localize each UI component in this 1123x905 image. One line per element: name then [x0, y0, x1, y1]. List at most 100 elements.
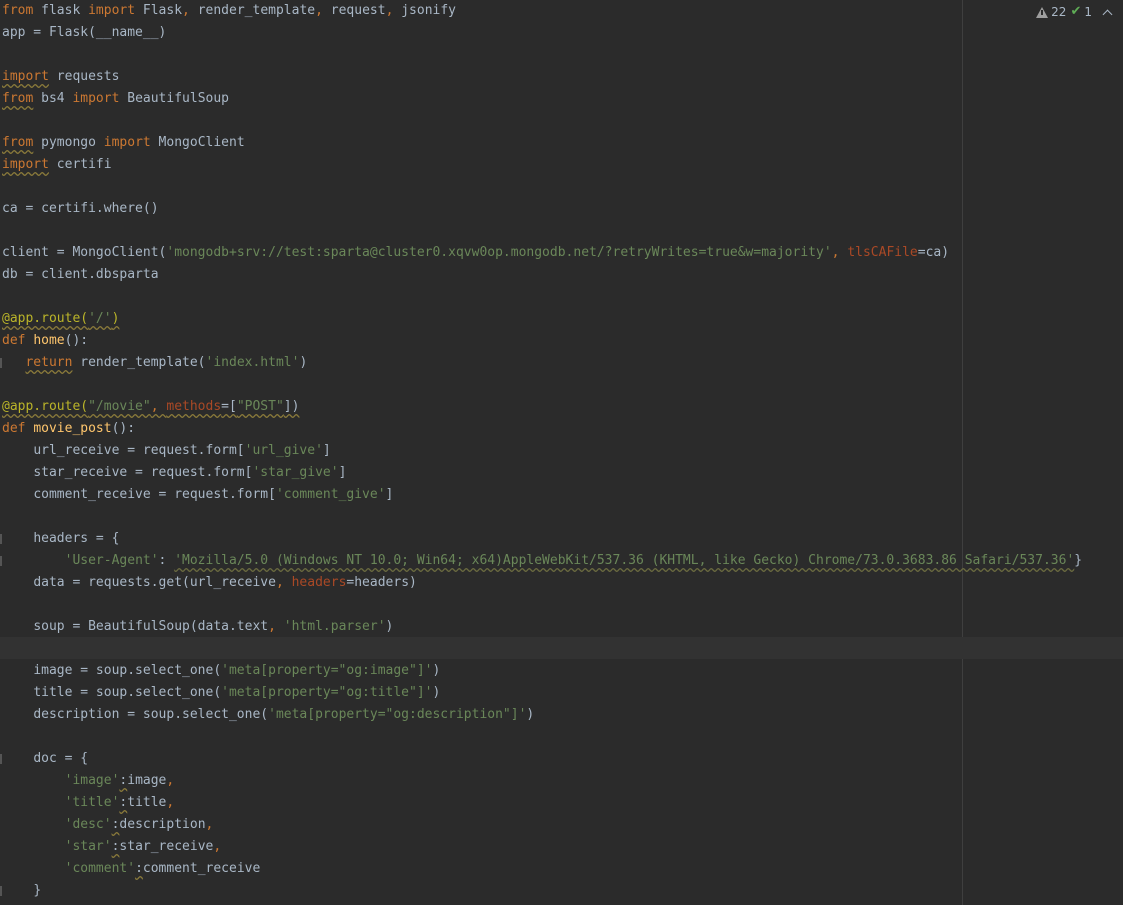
code-token: Flask — [135, 3, 183, 18]
fold-marker[interactable] — [0, 886, 2, 896]
code-token: description — [119, 817, 206, 832]
code-token: star_receive — [119, 839, 214, 854]
code-token: @app.route( — [2, 311, 89, 326]
code-line: } — [0, 880, 1123, 902]
code-token: , — [385, 3, 402, 18]
code-token: 'comment' — [64, 861, 136, 876]
fold-marker[interactable] — [0, 358, 2, 368]
code-line: @app.route('/') — [2, 308, 1123, 330]
code-token: star_receive = request.form[ — [33, 465, 253, 480]
code-line: def home(): — [2, 330, 1123, 352]
code-line: from flask import Flask, render_template… — [2, 0, 1123, 22]
code-token: from — [2, 3, 34, 18]
code-token: 'meta[property="og:title"]' — [221, 685, 433, 700]
code-token: render_template( — [72, 355, 206, 370]
code-token: ca = certifi.where() — [2, 201, 159, 216]
code-token: from — [2, 135, 34, 150]
code-token: 'url_give' — [244, 443, 323, 458]
code-token: , — [268, 619, 284, 634]
code-line: 'image':image, — [2, 770, 1123, 792]
code-token: ]) — [283, 399, 300, 414]
code-line: comment_receive = request.form['comment_… — [2, 484, 1123, 506]
code-token: , — [205, 817, 214, 832]
code-token: headers = { — [33, 531, 120, 546]
code-token: client = MongoClient( — [2, 245, 167, 260]
code-token: 'html.parser' — [283, 619, 386, 634]
code-token: , — [275, 575, 292, 590]
code-token: ) — [299, 355, 308, 370]
code-token: : — [135, 861, 143, 876]
code-line: @app.route("/movie", methods=["POST"]) — [2, 396, 1123, 418]
code-token: 'desc' — [64, 817, 112, 832]
code-token: } — [1074, 553, 1083, 568]
code-token: ) — [385, 619, 394, 634]
code-line: headers = { — [0, 528, 1123, 550]
code-token: doc = { — [33, 751, 89, 766]
code-token: 'star_give' — [252, 465, 339, 480]
code-line: return render_template('index.html') — [0, 352, 1123, 374]
code-token: title — [127, 795, 167, 810]
code-token: 'User-Agent' — [64, 553, 159, 568]
code-token: ] — [385, 487, 394, 502]
code-line: from pymongo import MongoClient — [2, 132, 1123, 154]
code-token: ) — [526, 707, 535, 722]
fold-marker[interactable] — [0, 534, 2, 544]
code-token: url_receive = request.form[ — [33, 443, 245, 458]
code-line: 'star':star_receive, — [2, 836, 1123, 858]
code-token: "POST" — [236, 399, 284, 414]
fold-marker[interactable] — [0, 556, 2, 566]
code-token: BeautifulSoup — [119, 91, 229, 106]
code-token: certifi — [48, 157, 112, 172]
code-token: headers — [291, 575, 347, 590]
code-token: , — [831, 245, 848, 260]
code-token: =headers) — [346, 575, 417, 590]
code-token: ] — [338, 465, 347, 480]
code-token: 'star' — [64, 839, 112, 854]
code-line: client = MongoClient('mongodb+srv://test… — [2, 242, 1123, 264]
code-token: 'mongodb+srv://test:sparta@cluster0.xqvw… — [166, 245, 832, 260]
code-token: image = soup.select_one( — [33, 663, 222, 678]
code-token: bs4 — [33, 91, 73, 106]
code-line: description = soup.select_one('meta[prop… — [2, 704, 1123, 726]
code-token: ) — [432, 663, 441, 678]
code-token: data = requests.get(url_receive — [33, 575, 276, 590]
code-token: def — [2, 333, 26, 348]
code-token: 'meta[property="og:image"]' — [221, 663, 433, 678]
code-token: description = soup.select_one( — [33, 707, 269, 722]
code-token: image — [127, 773, 167, 788]
code-line: soup = BeautifulSoup(data.text, 'html.pa… — [2, 616, 1123, 638]
code-token: @app.route( — [2, 399, 89, 414]
code-token: methods — [166, 399, 222, 414]
code-token: 'index.html' — [205, 355, 300, 370]
code-line: 'User-Agent': 'Mozilla/5.0 (Windows NT 1… — [0, 550, 1123, 572]
code-token: request — [330, 3, 386, 18]
code-token: import — [88, 3, 136, 18]
code-token: ] — [322, 443, 331, 458]
code-token: , — [315, 3, 331, 18]
code-line: import certifi — [2, 154, 1123, 176]
code-token: "/movie" — [88, 399, 151, 414]
code-line: image = soup.select_one('meta[property="… — [2, 660, 1123, 682]
fold-marker[interactable] — [0, 754, 2, 764]
code-token: , — [166, 795, 175, 810]
code-area[interactable]: from flask import Flask, render_template… — [0, 0, 1123, 902]
code-token: requests — [48, 69, 120, 84]
code-token: 'Mozilla/5.0 (Windows NT 10.0; Win64; x6… — [174, 553, 1075, 568]
code-token: pymongo — [33, 135, 104, 150]
code-token: import — [2, 69, 49, 84]
code-token: (): — [111, 421, 136, 436]
code-token: return — [25, 355, 73, 370]
code-token: app = Flask(__name__) — [2, 25, 167, 40]
code-line: 'title':title, — [2, 792, 1123, 814]
code-editor[interactable]: 22 ✔ 1 from flask import Flask, render_t… — [0, 0, 1123, 905]
code-token: , — [150, 399, 167, 414]
code-token: 'comment_give' — [275, 487, 386, 502]
code-token: comment_receive — [142, 861, 261, 876]
